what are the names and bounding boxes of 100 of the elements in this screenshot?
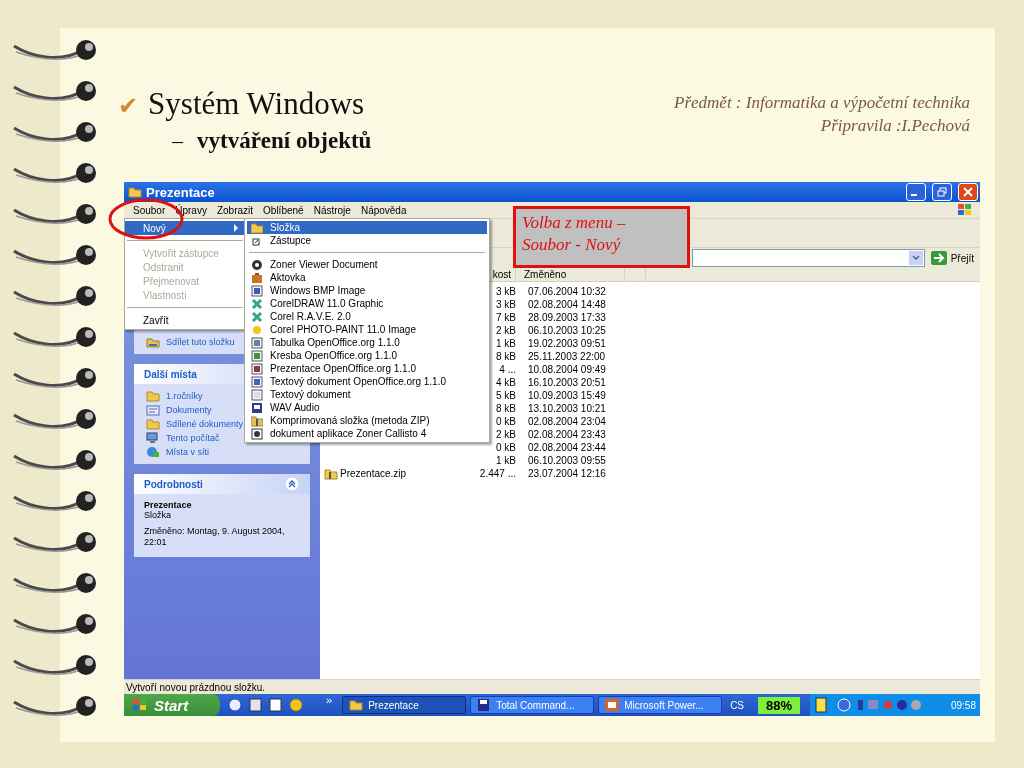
file-size: 1 kB (495, 337, 517, 350)
menu-item[interactable]: Oblíbené (258, 204, 309, 216)
file-size: 1 kB (495, 454, 517, 467)
detail-type: Složka (144, 510, 172, 520)
task-link[interactable]: Sdílet tuto složku (134, 336, 235, 348)
menu-option[interactable]: Nový (125, 221, 245, 235)
menu-option[interactable]: Komprimovaná složka (metoda ZIP) (247, 414, 487, 427)
file-date: 02.08.2004 23:43 (527, 428, 607, 441)
audio-file-icon (251, 401, 263, 414)
cross-icon (251, 310, 263, 323)
menu-option[interactable]: Corel PHOTO-PAINT 11.0 Image (247, 323, 487, 336)
status-text: Vytvoří novou prázdnou složku. (126, 681, 266, 693)
file-date: 23.07.2004 12:16 (527, 467, 607, 480)
sphere-icon (251, 258, 263, 271)
slide-subtitle: vytváření objektů (197, 128, 372, 154)
menu-option[interactable]: CorelDRAW 11.0 Graphic (247, 297, 487, 310)
file-size: 8 kB (495, 402, 517, 415)
language-indicator[interactable]: CS (726, 699, 755, 711)
zip-folder-icon (251, 414, 263, 427)
zip-folder-icon (324, 467, 338, 480)
share-folder-icon (146, 336, 160, 348)
file-date: 25.11.2003 22:00 (527, 350, 607, 363)
details-title: Podrobnosti (144, 478, 203, 490)
folder-icon (251, 221, 263, 234)
start-button[interactable]: Start (124, 694, 220, 716)
file-size: 4 kB (495, 376, 517, 389)
windows-logo-icon (132, 698, 148, 712)
detail-modified: Změněno: Montag, 9. August 2004, 22:01 (144, 526, 286, 549)
taskbar-button[interactable]: Microsoft Power... (598, 696, 723, 714)
folder-icon (146, 418, 160, 430)
place-link[interactable]: Tento počítač (144, 432, 220, 444)
menu-item[interactable]: Nástroje (308, 204, 356, 216)
folder-icon (146, 390, 160, 402)
file-size: 2 kB (495, 324, 517, 337)
floppy-icon (477, 699, 492, 711)
minimize-button[interactable] (906, 183, 926, 201)
author-text: Připravila :I.Pechová (819, 114, 970, 137)
folder-icon (128, 186, 142, 198)
taskbar-button[interactable]: Prezentace (342, 696, 467, 714)
quick-launch-icons-drawing[interactable] (228, 698, 304, 712)
file-size: 7 kB (495, 311, 517, 324)
panel-header[interactable]: Podrobnosti (134, 474, 310, 494)
file-size: 4 ... (498, 363, 517, 376)
file-date: 28.09.2003 17:33 (527, 311, 607, 324)
windows-logo-icon (956, 203, 974, 217)
menu-option[interactable]: Zoner Viewer Document (247, 258, 487, 271)
file-size: 2 kB (495, 428, 517, 441)
file-size: 0 kB (495, 415, 517, 428)
file-size: 5 kB (495, 389, 517, 402)
menu-option[interactable]: Kresba OpenOffice.org 1.1.0 (247, 349, 487, 362)
collapse-icon[interactable] (284, 476, 300, 492)
network-icon (146, 446, 160, 458)
restore-icon (937, 187, 947, 197)
close-icon (963, 187, 973, 197)
menu-option[interactable]: Zavřít (125, 313, 245, 327)
menu-option[interactable]: Windows BMP Image (247, 284, 487, 297)
file-name[interactable]: Prezentace.zip (324, 467, 407, 480)
file-date: 10.09.2003 15:49 (527, 389, 607, 402)
arrow-icon (930, 251, 947, 265)
file-size: 8 kB (495, 350, 517, 363)
menu-option[interactable]: Corel R.A.V.E. 2.0 (247, 310, 487, 323)
file-date: 06.10.2003 09:55 (527, 454, 607, 467)
place-link[interactable]: Místa v síti (144, 446, 209, 458)
taskbar-button[interactable]: Total Command... (470, 696, 595, 714)
file-date: 16.10.2003 20:51 (527, 376, 607, 389)
clock: 09:58 (950, 699, 976, 711)
cross-icon (251, 297, 263, 310)
window-title: Prezentace (146, 184, 215, 200)
menu-option[interactable]: WAV Audio (247, 401, 487, 414)
menu-option[interactable]: Textový dokument (247, 388, 487, 401)
menu-option[interactable]: Zástupce (247, 234, 487, 247)
file-date: 02.08.2004 23:44 (527, 441, 607, 454)
file-date: 07.06.2004 10:32 (527, 285, 607, 298)
close-button[interactable] (958, 183, 978, 201)
place-link[interactable]: 1.ročníky (144, 390, 203, 402)
text-file-icon (251, 388, 263, 401)
battery-indicator[interactable]: 88% (758, 696, 801, 714)
menu-option[interactable]: dokument aplikace Zoner Callisto 4 (247, 427, 487, 440)
menu-item[interactable]: Nápověda (355, 204, 412, 216)
briefcase-icon (251, 271, 263, 284)
restore-button[interactable] (932, 183, 952, 201)
minimize-icon (911, 194, 917, 196)
address-field[interactable] (692, 249, 925, 267)
file-size: 3 kB (495, 285, 517, 298)
more-button[interactable]: » (326, 694, 333, 706)
go-button[interactable]: Přejít (928, 251, 976, 265)
file-size: 0 kB (495, 441, 517, 454)
computer-icon (146, 432, 160, 444)
menu-option[interactable]: Složka (247, 221, 487, 234)
menu-item[interactable]: Soubor (128, 204, 171, 216)
callout-text: Volba z menu – Soubor - Nový (522, 212, 627, 256)
place-link[interactable]: Sdílené dokumenty (144, 418, 244, 430)
place-link[interactable]: Dokumenty (144, 404, 212, 416)
checkmark-icon: ✔ (118, 92, 139, 120)
subject-text: Předmět : Informatika a výpočetní technika (674, 92, 970, 114)
menu-option[interactable]: Tabulka OpenOffice.org 1.1.0 (247, 336, 487, 349)
file-size: 3 kB (495, 298, 517, 311)
folder-icon (349, 699, 364, 711)
document-icon (251, 427, 263, 440)
menu-item[interactable]: Zobrazit (211, 204, 259, 216)
